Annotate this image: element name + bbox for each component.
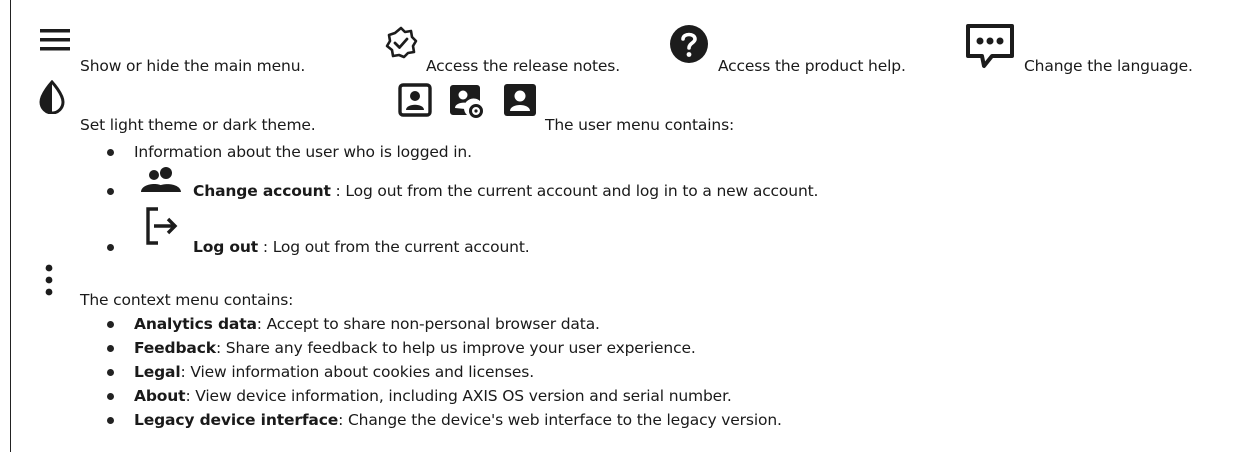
bullet <box>107 244 114 251</box>
menu-description: Show or hide the main menu. <box>80 57 306 75</box>
chat-bubble-language-icon <box>966 24 1014 68</box>
bullet <box>107 417 114 424</box>
help-circle-icon <box>670 25 708 63</box>
release-notes-badge-icon <box>385 26 418 59</box>
context-item-feedback: Feedback: Share any feedback to help us … <box>134 339 696 357</box>
change-account-icon <box>141 167 181 192</box>
bullet <box>107 345 114 352</box>
context-item-legacy: Legacy device interface: Change the devi… <box>134 411 782 429</box>
change-account-item: Change account : Log out from the curren… <box>193 182 819 200</box>
user-menu-intro: The user menu contains: <box>545 116 735 134</box>
bullet <box>107 393 114 400</box>
log-out-icon <box>146 207 178 245</box>
user-settings-icon <box>450 85 483 118</box>
hamburger-menu-icon <box>40 29 70 51</box>
language-description: Change the language. <box>1024 57 1193 75</box>
user-account-outline-icon <box>398 83 432 117</box>
context-item-about: About: View device information, includin… <box>134 387 732 405</box>
context-menu-intro: The context menu contains: <box>80 291 294 309</box>
user-info-item: Information about the user who is logged… <box>134 143 472 161</box>
kebab-menu-icon <box>45 264 53 296</box>
bullet <box>107 149 114 156</box>
bullet <box>107 369 114 376</box>
bullet <box>107 321 114 328</box>
log-out-item: Log out : Log out from the current accou… <box>193 238 530 256</box>
product-help-description: Access the product help. <box>718 57 906 75</box>
theme-description: Set light theme or dark theme. <box>80 116 316 134</box>
release-notes-description: Access the release notes. <box>426 57 620 75</box>
bullet <box>107 188 114 195</box>
context-item-legal: Legal: View information about cookies an… <box>134 363 535 381</box>
user-solid-icon <box>504 84 536 116</box>
theme-contrast-icon <box>39 80 65 114</box>
context-item-analytics: Analytics data: Accept to share non-pers… <box>134 315 600 333</box>
